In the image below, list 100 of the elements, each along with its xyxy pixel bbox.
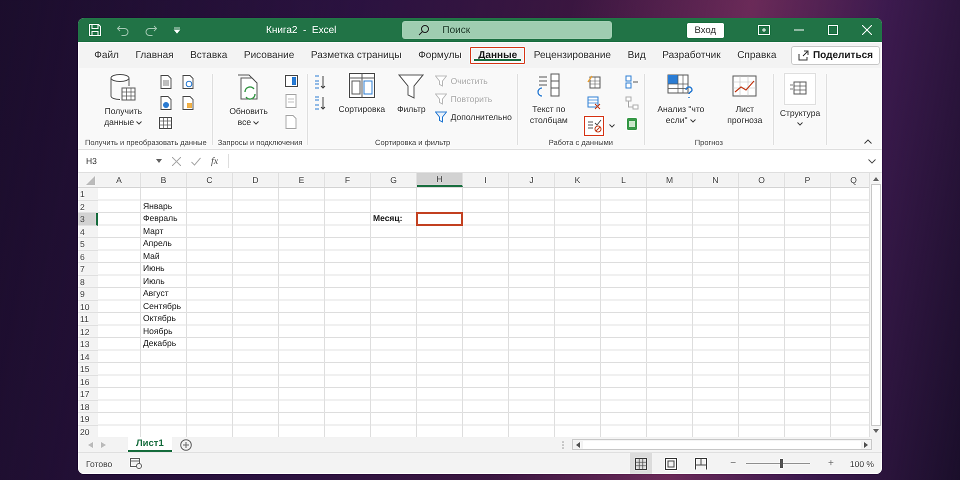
ribbon-display-icon[interactable] (758, 25, 770, 35)
row-header[interactable]: 12 (78, 326, 98, 338)
row-header[interactable]: 11 (78, 313, 98, 326)
recent-file-icon[interactable] (182, 75, 194, 89)
column-header[interactable]: M (647, 173, 693, 187)
undo-icon[interactable] (116, 23, 130, 37)
caret-icon[interactable] (156, 159, 162, 163)
collapse-ribbon-icon[interactable] (864, 139, 872, 144)
column-header[interactable]: J (509, 173, 555, 187)
ribbon-tab[interactable]: Справка (728, 46, 785, 64)
sort-ascending-icon[interactable] (313, 75, 328, 89)
column-header[interactable]: E (279, 173, 325, 187)
ribbon-tab[interactable]: Разработчик (654, 46, 729, 64)
data-model-icon[interactable] (624, 117, 639, 131)
file-icon[interactable] (160, 75, 172, 89)
row-header[interactable]: 5 (78, 238, 98, 250)
name-box[interactable]: H3 (84, 154, 146, 168)
table-icon[interactable] (159, 117, 172, 129)
ribbon-tab[interactable]: Вид (619, 46, 654, 64)
row-header[interactable]: 9 (78, 288, 98, 300)
ribbon-tab[interactable]: Рецензирование (525, 46, 620, 64)
close-icon[interactable] (862, 25, 872, 35)
row-header[interactable]: 6 (78, 250, 98, 263)
row-header[interactable]: 19 (78, 413, 98, 426)
row-header[interactable]: 16 (78, 376, 98, 388)
row-header[interactable]: 14 (78, 350, 98, 363)
filter-button[interactable]: Фильтр (396, 73, 427, 115)
column-header[interactable]: I (463, 173, 509, 187)
column-header[interactable]: D (233, 173, 279, 187)
row-header[interactable]: 17 (78, 388, 98, 400)
column-header[interactable]: P (785, 173, 831, 187)
get-data-button[interactable]: Получить данные (97, 73, 150, 128)
row-header[interactable]: 18 (78, 400, 98, 413)
row-header[interactable]: 10 (78, 300, 98, 313)
row-header[interactable]: 15 (78, 363, 98, 376)
remove-duplicates-icon[interactable] (586, 96, 601, 110)
maximize-icon[interactable] (828, 25, 838, 35)
save-icon[interactable] (88, 23, 102, 37)
scroll-up-icon[interactable] (873, 177, 879, 181)
forecast-sheet-button[interactable]: Лист прогноза (722, 73, 768, 126)
check-icon[interactable] (191, 156, 201, 166)
expand-icon[interactable] (868, 158, 876, 164)
outline-button[interactable]: Структура (778, 73, 822, 126)
sign-in-button[interactable]: Вход (686, 22, 724, 38)
consolidate-icon[interactable] (624, 75, 639, 89)
scroll-right-icon[interactable] (864, 442, 868, 448)
sheet-tab[interactable]: Лист1 (128, 437, 172, 452)
column-header[interactable]: B (141, 173, 187, 187)
row-header[interactable]: 2 (78, 200, 98, 213)
column-header[interactable]: C (187, 173, 233, 187)
zoom-thumb[interactable] (780, 459, 784, 468)
flash-fill-icon[interactable] (586, 75, 601, 89)
column-header[interactable]: N (693, 173, 739, 187)
ribbon-tab[interactable]: Разметка страницы (302, 46, 410, 64)
zoom-in-button[interactable]: + (828, 458, 834, 469)
ribbon-tab[interactable]: Главная (127, 46, 182, 64)
refresh-all-button[interactable]: Обновить все (222, 73, 275, 128)
panel-icon[interactable] (284, 75, 298, 87)
active-cell[interactable] (416, 212, 463, 226)
view-button[interactable] (630, 453, 652, 474)
share-button[interactable]: Поделиться (790, 46, 880, 64)
row-header[interactable]: 3 (78, 213, 98, 226)
web-file-icon[interactable] (160, 96, 172, 110)
ribbon-tab[interactable]: Файл (86, 46, 128, 64)
spreadsheet-grid[interactable]: 1 2 Январь 3 Февраль Месяц: 4 Март 5 Апрель 6 Май 7 Июнь 8 Июль 9 Август 10 Сентябрь 11 Октябрь 12 Ноябрь 13 Декабрь 14 15 16 17 18 19 20 (78, 188, 869, 437)
data-validation-icon[interactable] (584, 117, 603, 135)
text-to-columns-button[interactable]: Текст по столбцам (522, 73, 575, 126)
ribbon-tab[interactable]: Формулы (410, 46, 470, 64)
what-if-analysis-button[interactable]: Анализ "что если" (650, 73, 712, 126)
column-header[interactable]: H (417, 173, 463, 187)
sort-descending-icon[interactable] (313, 96, 328, 110)
scroll-down-icon[interactable] (873, 429, 879, 433)
caret-icon[interactable] (608, 124, 615, 128)
vertical-scrollbar[interactable] (869, 173, 882, 437)
row-header[interactable]: 1 (78, 188, 98, 200)
ribbon-tab[interactable]: Рисование (236, 46, 303, 64)
ribbon-tab[interactable]: Вставка (182, 46, 236, 64)
row-header[interactable]: 20 (78, 426, 98, 437)
file-icon[interactable] (182, 96, 194, 110)
redo-icon[interactable] (144, 23, 158, 37)
insert-function-button[interactable]: fx (211, 156, 218, 166)
scroll-left-icon[interactable] (576, 442, 580, 448)
filter-command[interactable]: Дополнительно (434, 111, 512, 123)
row-header[interactable]: 8 (78, 276, 98, 288)
column-header[interactable]: A (98, 173, 141, 187)
zoom-level[interactable]: 100 % (850, 458, 874, 468)
ribbon-tab[interactable]: Данные (470, 46, 526, 64)
zoom-out-button[interactable]: − (730, 458, 736, 469)
search-field[interactable]: Поиск (402, 21, 612, 39)
column-header[interactable]: K (555, 173, 601, 187)
row-header[interactable]: 7 (78, 263, 98, 276)
column-header[interactable]: L (601, 173, 647, 187)
sort-button[interactable]: Сортировка (337, 73, 386, 115)
row-header[interactable]: 13 (78, 338, 98, 350)
macro-record-icon[interactable] (130, 458, 142, 469)
horizontal-scrollbar[interactable] (572, 439, 872, 450)
column-header[interactable]: F (325, 173, 371, 187)
add-sheet-icon[interactable] (180, 438, 192, 450)
customize-caret-icon[interactable] (172, 25, 182, 35)
row-header[interactable]: 4 (78, 226, 98, 238)
